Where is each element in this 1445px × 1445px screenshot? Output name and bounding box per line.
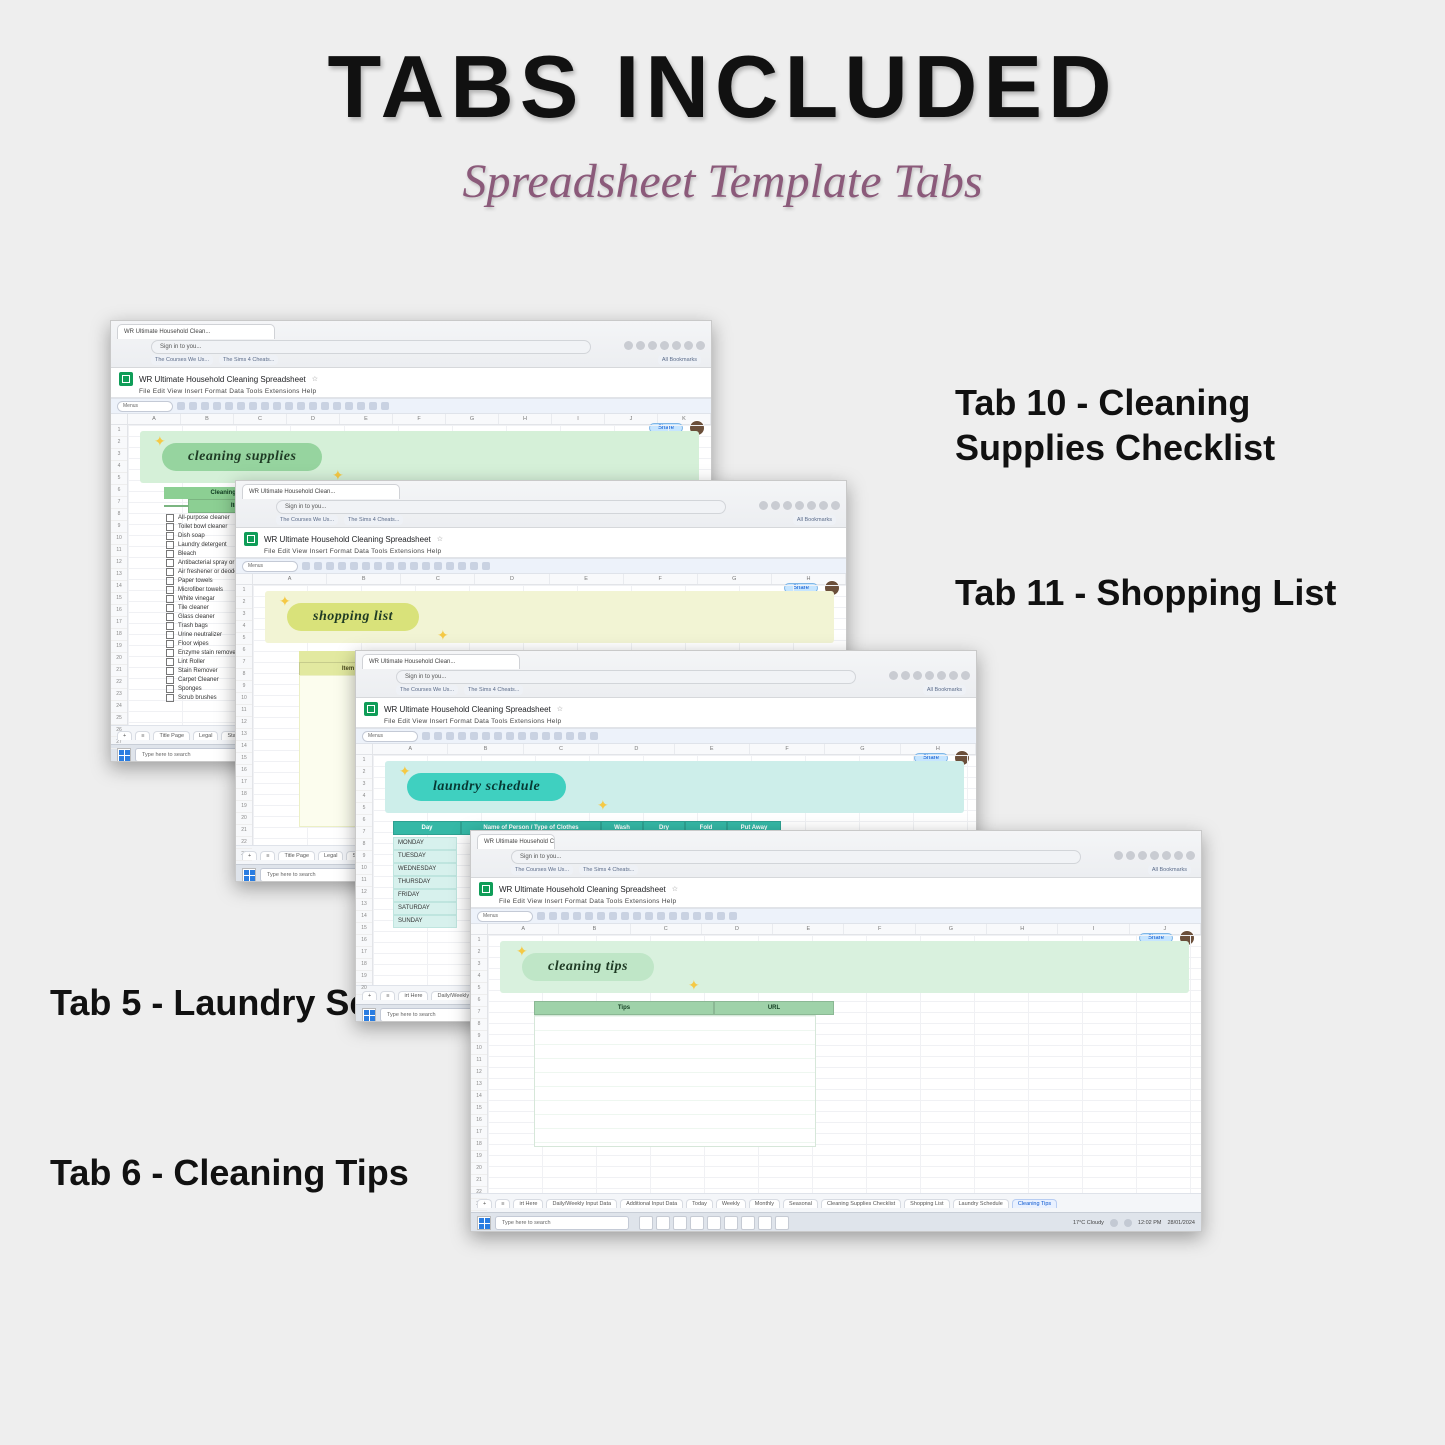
address-bar[interactable]: Sign in to you... — [396, 670, 856, 684]
section-title: cleaning supplies — [162, 443, 322, 471]
sheets-titlebar: WR Ultimate Household Cleaning Spreadshe… — [111, 368, 711, 398]
address-bar[interactable]: Sign in to you... — [511, 850, 1081, 864]
section-title: cleaning tips — [522, 953, 654, 981]
page-subtitle: Spreadsheet Template Tabs — [0, 154, 1445, 209]
browser-tab[interactable]: WR Ultimate Household Clean... — [242, 484, 400, 499]
toolbar[interactable]: Menus — [111, 398, 711, 414]
page-title: TABS INCLUDED — [0, 36, 1445, 138]
banner: cleaning supplies ✦ ✦ — [140, 431, 699, 483]
address-bar[interactable]: Sign in to you... — [151, 340, 591, 354]
sparkle-icon: ✦ — [154, 433, 166, 450]
tips-table-body[interactable] — [534, 1015, 816, 1147]
caption-tab10: Tab 10 - Cleaning Supplies Checklist — [955, 380, 1385, 470]
section-title: shopping list — [287, 603, 419, 631]
column-headers[interactable]: ABCDEFGHIJK — [111, 414, 711, 425]
browser-tab[interactable]: WR Ultimate Household Clean... — [117, 324, 275, 339]
menu-bar[interactable]: File Edit View Insert Format Data Tools … — [139, 388, 703, 395]
address-bar[interactable]: Sign in to you... — [276, 500, 726, 514]
bookmarks-bar[interactable]: The Courses We Us...The Sims 4 Cheats...… — [151, 355, 701, 365]
sheets-logo-icon — [119, 372, 133, 386]
section-title: laundry schedule — [407, 773, 566, 801]
caption-tab11: Tab 11 - Shopping List — [955, 570, 1385, 615]
menu-search[interactable]: Menus — [117, 401, 173, 412]
extension-icons[interactable] — [624, 341, 705, 350]
browser-chrome: WR Ultimate Household Clean... Sign in t… — [111, 321, 711, 368]
star-icon[interactable]: ☆ — [312, 375, 318, 383]
row-numbers[interactable]: 1234567891011121314151617181920212223242… — [111, 425, 128, 725]
sheets-logo-icon — [244, 532, 258, 546]
doc-title[interactable]: WR Ultimate Household Cleaning Spreadshe… — [139, 375, 306, 384]
sheet-tabs[interactable]: +≡ irt Here Daily/Weekly Input Data Addi… — [471, 1193, 1201, 1212]
laundry-days: MONDAYTUESDAYWEDNESDAYTHURSDAYFRIDAYSATU… — [393, 837, 457, 928]
caption-tab6: Tab 6 - Cleaning Tips — [50, 1150, 409, 1195]
start-button[interactable] — [117, 748, 131, 762]
screenshot-cleaning-tips: WR Ultimate Household Clean... Sign in t… — [470, 830, 1202, 1232]
browser-tab[interactable]: WR Ultimate Household Clean... — [477, 834, 555, 849]
browser-tab[interactable]: WR Ultimate Household Clean... — [362, 654, 520, 669]
